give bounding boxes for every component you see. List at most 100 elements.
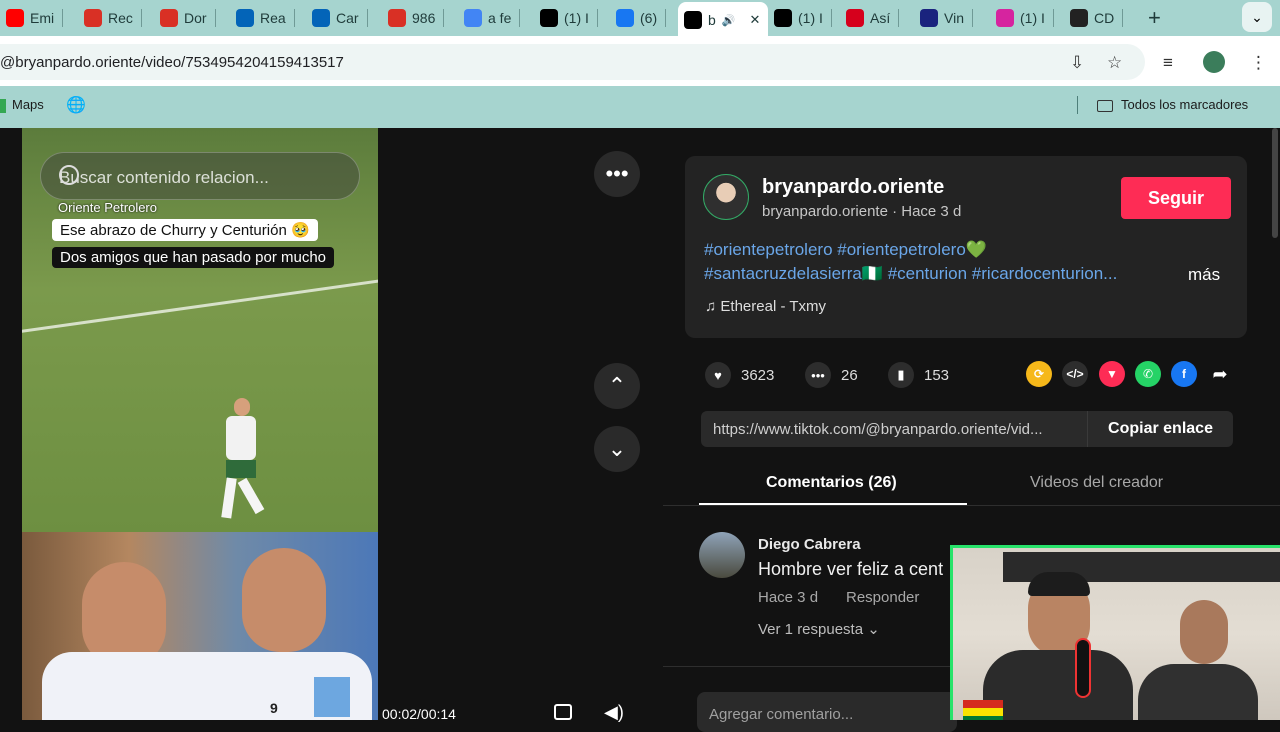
browser-tab-14[interactable]: (1) I bbox=[990, 4, 1064, 32]
all-bookmarks-folder[interactable]: Todos los marcadores bbox=[1097, 97, 1248, 112]
tab-separator bbox=[443, 9, 445, 27]
hashtags-line-1[interactable]: #orientepetrolero #orientepetrolero💚 bbox=[704, 240, 987, 260]
view-replies-button[interactable]: Ver 1 respuesta ⌄ bbox=[758, 620, 880, 638]
caption-line-1: Ese abrazo de Churry y Centurión 🥹 bbox=[52, 219, 318, 241]
browser-tab-7[interactable]: a fe bbox=[458, 4, 534, 32]
browser-tab-label: (1) I bbox=[564, 10, 589, 26]
share-link-text[interactable]: https://www.tiktok.com/@bryanpardo.orien… bbox=[713, 421, 1043, 438]
share-arrow-icon[interactable]: ➦ bbox=[1207, 361, 1233, 387]
browser-tab-label: Rec bbox=[108, 10, 133, 26]
globe-icon[interactable]: 🌐 bbox=[66, 95, 86, 115]
tab-comments[interactable]: Comentarios (26) bbox=[766, 474, 897, 492]
music-track[interactable]: ♫ Ethereal - Txmy bbox=[705, 298, 826, 315]
tab-search-icon[interactable]: ⌄ bbox=[1242, 2, 1272, 32]
browser-tab-11[interactable]: (1) I bbox=[768, 4, 840, 32]
footballer-figure bbox=[212, 398, 276, 528]
browser-tab-12[interactable]: Así bbox=[840, 4, 914, 32]
browser-tab-8[interactable]: (1) I bbox=[534, 4, 610, 32]
tiktok-icon bbox=[684, 11, 702, 29]
tab-separator bbox=[293, 9, 295, 27]
tab-close-icon[interactable]: ✕ bbox=[750, 12, 761, 28]
whatsapp-icon[interactable]: ✆ bbox=[1135, 361, 1161, 387]
embed-code-icon[interactable]: </> bbox=[1062, 361, 1088, 387]
reply-button[interactable]: Responder bbox=[846, 589, 919, 606]
video-search-input[interactable]: Buscar contenido relacion... bbox=[40, 152, 360, 200]
streamer-woman bbox=[1138, 588, 1258, 720]
save-button[interactable]: ▮ 153 bbox=[888, 362, 949, 388]
install-app-icon[interactable]: ⇩ bbox=[1070, 53, 1084, 73]
chevron-up-icon[interactable]: ⌃ bbox=[594, 363, 640, 409]
bookmark-maps[interactable]: Maps bbox=[0, 97, 44, 113]
browser-tab-label: b bbox=[708, 12, 716, 28]
bookmark-star-icon[interactable]: ☆ bbox=[1107, 53, 1122, 73]
browser-tab-label: Emi bbox=[30, 10, 55, 26]
browser-tab-4[interactable]: Rea bbox=[230, 4, 306, 32]
browser-tab-9[interactable]: (6) bbox=[610, 4, 678, 32]
scrollbar[interactable] bbox=[1270, 128, 1280, 238]
share-link-box: https://www.tiktok.com/@bryanpardo.orien… bbox=[701, 411, 1233, 447]
browser-tab-10[interactable]: b 🔊 ✕ bbox=[678, 2, 768, 38]
caption-team: Oriente Petrolero bbox=[58, 200, 157, 215]
search-placeholder: Buscar contenido relacion... bbox=[59, 168, 269, 187]
more-options-icon[interactable]: ••• bbox=[594, 151, 640, 197]
bookmark-icon: ▮ bbox=[888, 362, 914, 388]
creator-username[interactable]: bryanpardo.oriente bbox=[762, 176, 944, 199]
browser-tab-3[interactable]: Dor bbox=[154, 4, 230, 32]
new-tab-icon[interactable]: + bbox=[1148, 5, 1161, 31]
browser-tab-label: (1) I bbox=[798, 10, 823, 26]
jersey-number: 9 bbox=[270, 700, 278, 716]
repost-icon[interactable]: ⟳ bbox=[1026, 361, 1052, 387]
like-button[interactable]: ♥ 3623 bbox=[705, 362, 774, 388]
profile-avatar[interactable] bbox=[1203, 51, 1225, 73]
kebab-menu-icon[interactable]: ⋮ bbox=[1250, 53, 1267, 73]
youtube-icon bbox=[6, 9, 24, 27]
facebook-icon bbox=[616, 9, 634, 27]
browser-tab-15[interactable]: CD bbox=[1064, 4, 1138, 32]
video-frame-photo: 9 bbox=[22, 532, 378, 720]
bookmarks-divider bbox=[1077, 96, 1078, 114]
browser-tab-1[interactable]: Emi bbox=[0, 4, 78, 32]
x-icon bbox=[540, 9, 558, 27]
tab-separator bbox=[62, 9, 64, 27]
gmail-icon bbox=[388, 9, 406, 27]
commenter-name[interactable]: Diego Cabrera bbox=[758, 536, 861, 553]
browser-tab-6[interactable]: 986 bbox=[382, 4, 458, 32]
url-text[interactable]: @bryanpardo.oriente/video/75349542041594… bbox=[0, 54, 344, 71]
video-player[interactable]: 9 Buscar contenido relacion... Oriente P… bbox=[22, 128, 378, 720]
copy-link-button[interactable]: Copiar enlace bbox=[1087, 411, 1233, 447]
browser-tab-label: 986 bbox=[412, 10, 436, 26]
tab-audio-icon[interactable]: 🔊 bbox=[722, 14, 736, 27]
tabs-divider bbox=[663, 505, 1280, 506]
gmail-icon bbox=[160, 9, 178, 27]
lm-icon bbox=[920, 9, 938, 27]
media-controls-icon[interactable]: ≡ bbox=[1163, 53, 1173, 73]
tab-creator-videos[interactable]: Videos del creador bbox=[1030, 474, 1163, 492]
google-icon bbox=[464, 9, 482, 27]
follow-button[interactable]: Seguir bbox=[1121, 177, 1231, 219]
creator-avatar[interactable] bbox=[703, 174, 749, 220]
pip-icon[interactable] bbox=[554, 704, 572, 720]
streamer-man bbox=[983, 568, 1133, 720]
commenter-avatar[interactable] bbox=[699, 532, 745, 578]
browser-tab-bar: Emi Rec Dor Rea Car 986 a fe (1) I (6) b 🔊 ✕ (1) I As… bbox=[0, 0, 1280, 38]
hashtags-line-2[interactable]: #santacruzdelasierra🇳🇬 #centurion #ricar… bbox=[704, 264, 1117, 284]
browser-tab-2[interactable]: Rec bbox=[78, 4, 154, 32]
search-icon[interactable] bbox=[59, 165, 79, 185]
instagram-icon bbox=[996, 9, 1014, 27]
more-link[interactable]: más bbox=[1188, 265, 1220, 285]
chevron-down-icon[interactable]: ⌄ bbox=[594, 426, 640, 472]
person-face-right bbox=[242, 548, 326, 652]
comment-button[interactable]: ••• 26 bbox=[805, 362, 858, 388]
comment-text: Hombre ver feliz a cent bbox=[758, 559, 944, 579]
active-tab-indicator bbox=[699, 503, 967, 505]
browser-tab-5[interactable]: Car bbox=[306, 4, 382, 32]
facebook-icon[interactable]: f bbox=[1171, 361, 1197, 387]
add-comment-input[interactable]: Agregar comentario... bbox=[697, 692, 957, 732]
person-face-left bbox=[82, 562, 166, 666]
browser-tab-label: Dor bbox=[184, 10, 207, 26]
browser-tab-13[interactable]: Vin bbox=[914, 4, 990, 32]
comments-divider bbox=[663, 666, 953, 667]
send-icon[interactable]: ▼ bbox=[1099, 361, 1125, 387]
gmail-icon bbox=[84, 9, 102, 27]
onedrive-icon bbox=[312, 9, 330, 27]
